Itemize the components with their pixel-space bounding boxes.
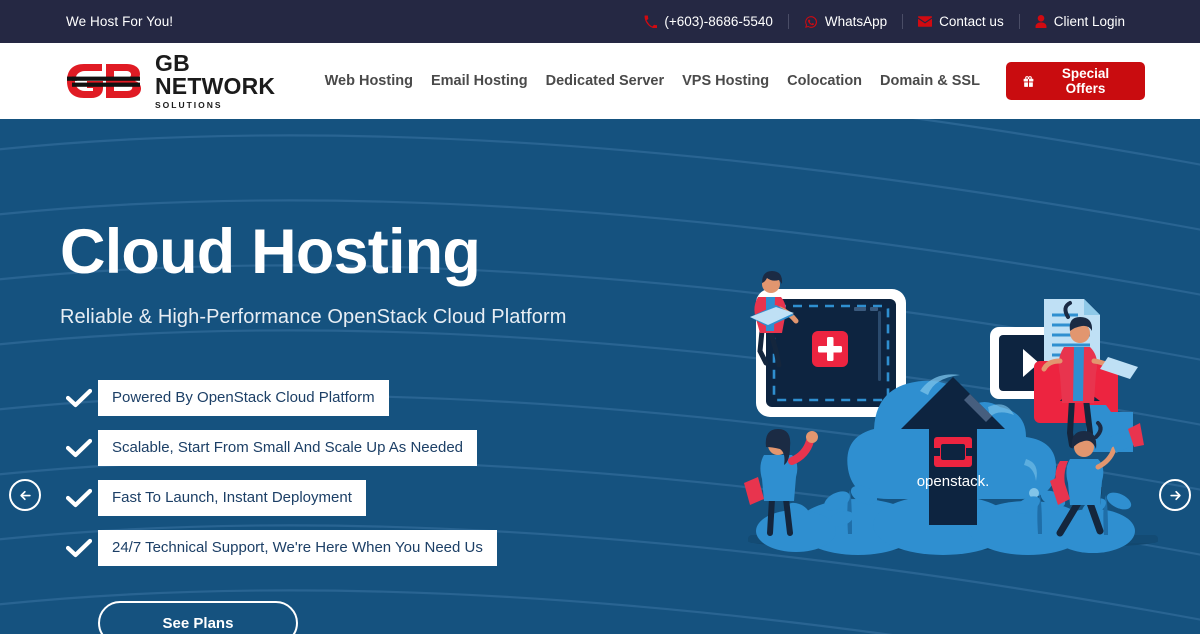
carousel-next-button[interactable] [1159, 479, 1191, 511]
hero-feature-list: Powered By OpenStack Cloud Platform Scal… [60, 373, 1200, 573]
see-plans-button[interactable]: See Plans [98, 601, 298, 634]
hero-title: Cloud Hosting [60, 217, 481, 287]
nav-item-colocation[interactable]: Colocation [778, 73, 871, 89]
nav-item-vps-hosting[interactable]: VPS Hosting [673, 73, 778, 89]
whatsapp-link[interactable]: WhatsApp [789, 14, 902, 29]
feature-item: Powered By OpenStack Cloud Platform [60, 373, 1200, 423]
site-header: GB NETWORK SOLUTIONS Web Hosting Email H… [0, 43, 1200, 119]
carousel-prev-button[interactable] [9, 479, 41, 511]
phone-label: (+603)-8686-5540 [664, 14, 773, 29]
phone-link[interactable]: (+603)-8686-5540 [629, 14, 787, 29]
user-icon [1035, 15, 1047, 28]
client-login-label: Client Login [1053, 14, 1125, 29]
gift-icon [1022, 75, 1035, 88]
hero-banner: openstack. Cloud Hosting Reliable & High… [0, 119, 1200, 634]
arrow-left-icon [18, 488, 33, 503]
feature-item: Fast To Launch, Instant Deployment [60, 473, 1200, 523]
check-icon [60, 538, 98, 558]
check-icon [60, 488, 98, 508]
envelope-icon [918, 16, 933, 27]
logo-company-tagline: SOLUTIONS [155, 100, 223, 111]
nav-item-dedicated-server[interactable]: Dedicated Server [537, 73, 673, 89]
nav-item-domain-ssl[interactable]: Domain & SSL [871, 73, 989, 89]
check-icon [60, 438, 98, 458]
check-icon [60, 388, 98, 408]
gb-logo-mark-icon [66, 63, 144, 99]
special-offers-button[interactable]: Special Offers [1005, 62, 1145, 100]
contact-us-label: Contact us [939, 14, 1004, 29]
feature-item: Scalable, Start From Small And Scale Up … [60, 423, 1200, 473]
whatsapp-label: WhatsApp [824, 14, 888, 29]
feature-label: Fast To Launch, Instant Deployment [98, 480, 366, 516]
arrow-right-icon [1168, 488, 1183, 503]
logo-company-name: GB NETWORK [155, 50, 276, 100]
phone-icon [644, 15, 658, 28]
site-logo[interactable]: GB NETWORK SOLUTIONS [66, 52, 316, 110]
special-offers-label: Special Offers [1061, 66, 1110, 96]
hero-subtitle: Reliable & High-Performance OpenStack Cl… [60, 306, 567, 328]
feature-label: Scalable, Start From Small And Scale Up … [98, 430, 478, 466]
site-tagline: We Host For You! [66, 14, 174, 29]
client-login-link[interactable]: Client Login [1020, 14, 1140, 29]
whatsapp-icon [804, 15, 818, 29]
feature-label: Powered By OpenStack Cloud Platform [98, 380, 389, 416]
top-contact-links: (+603)-8686-5540 WhatsApp Contact us Cli… [629, 14, 1140, 29]
feature-item: 24/7 Technical Support, We're Here When … [60, 523, 1200, 573]
main-navigation: Web Hosting Email Hosting Dedicated Serv… [316, 62, 1145, 100]
top-utility-bar: We Host For You! (+603)-8686-5540 WhatsA… [0, 0, 1200, 43]
nav-item-email-hosting[interactable]: Email Hosting [422, 73, 537, 89]
feature-label: 24/7 Technical Support, We're Here When … [98, 530, 497, 566]
contact-us-link[interactable]: Contact us [903, 14, 1019, 29]
nav-item-web-hosting[interactable]: Web Hosting [316, 73, 422, 89]
